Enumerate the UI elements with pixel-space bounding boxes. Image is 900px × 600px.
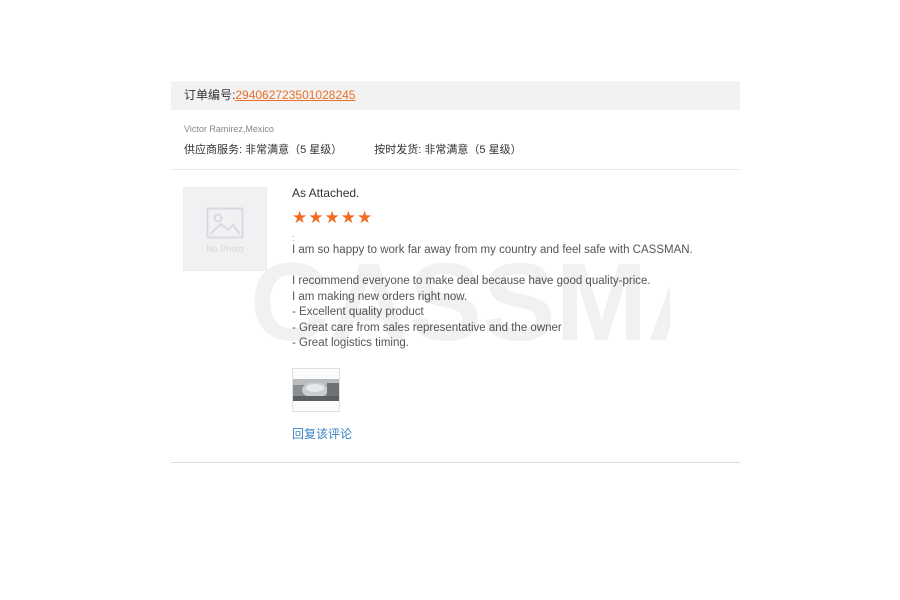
review-line: I am making new orders right now. <box>292 290 468 303</box>
order-number-link[interactable]: 294062723501028245 <box>235 88 355 102</box>
seller-ratings: 供应商服务: 非常满意（5 星级） 按时发货: 非常满意（5 星级） <box>184 141 740 157</box>
review-text: I am so happy to work far away from my c… <box>292 243 732 352</box>
review-title: As Attached. <box>292 186 360 200</box>
review-line: I am so happy to work far away from my c… <box>292 244 693 256</box>
buyer-info: Victor Ramirez,Mexico 供应商服务: 非常满意（5 星级） 按… <box>171 110 740 170</box>
star-rating: ★★★★★ <box>292 208 374 227</box>
tank-photo-image <box>293 368 339 411</box>
review-card: 订单编号:294062723501028245 Victor Ramirez,M… <box>171 81 740 463</box>
review-line: - Excellent quality product <box>292 306 424 318</box>
order-number-label: 订单编号: <box>184 88 236 102</box>
review-line: - Great care from sales representative a… <box>292 321 562 334</box>
avatar: No Photo <box>183 187 267 271</box>
review-line: - Great logistics timing. <box>292 337 409 349</box>
attached-photo-thumbnail[interactable] <box>292 367 340 412</box>
review-content: As Attached. ★★★★★ : I am so happy to wo… <box>292 185 732 442</box>
order-header: 订单编号:294062723501028245 <box>171 81 740 110</box>
on-time-delivery-rating: 按时发货: 非常满意（5 星级） <box>374 144 522 156</box>
buyer-name: Victor Ramirez,Mexico <box>184 124 274 134</box>
review-body: No Photo As Attached. ★★★★★ : I am so ha… <box>171 170 740 463</box>
supplier-service-rating: 供应商服务: 非常满意（5 星级） <box>184 144 343 156</box>
review-line: I recommend everyone to make deal becaus… <box>292 275 651 287</box>
image-placeholder-icon <box>206 207 244 239</box>
no-photo-text: No Photo <box>206 244 244 254</box>
reply-to-review-link[interactable]: 回复该评论 <box>292 425 732 442</box>
separator-colon: : <box>292 233 295 243</box>
